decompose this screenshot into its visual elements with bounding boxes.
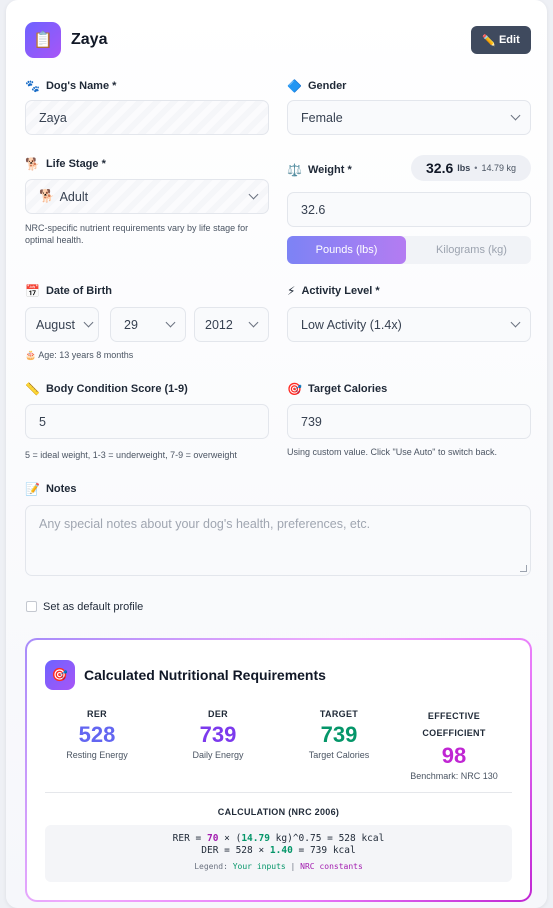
- birth-day-select[interactable]: 29: [110, 307, 186, 342]
- dogs-name-input[interactable]: Zaya: [25, 100, 269, 135]
- notes-textarea[interactable]: Any special notes about your dog's healt…: [25, 505, 531, 576]
- unit-kilograms-button[interactable]: Kilograms (kg): [412, 236, 531, 264]
- birth-month-select[interactable]: August: [25, 307, 99, 342]
- profile-card: 📋 Zaya ✏️ Edit 🐾 Dog's Name * Zaya 🔷 Gen…: [6, 0, 547, 908]
- calendar-icon: 📅: [25, 284, 40, 298]
- dog-icon: 🐕: [39, 189, 55, 203]
- chevron-down-icon: [248, 317, 259, 328]
- activity-level-select[interactable]: Low Activity (1.4x): [287, 307, 531, 342]
- body-condition-input[interactable]: 5: [25, 404, 269, 439]
- memo-icon: 📝: [25, 482, 40, 496]
- life-stage-label: 🐕 Life Stage *: [25, 157, 106, 171]
- age-text: 🎂 Age: 13 years 8 months: [25, 350, 134, 360]
- results-title: Calculated Nutritional Requirements: [84, 667, 326, 683]
- chevron-down-icon: [83, 317, 94, 328]
- date-of-birth-label: 📅 Date of Birth: [25, 284, 112, 298]
- rer-stat: RER 528 Resting Energy: [42, 708, 152, 761]
- birth-year-select[interactable]: 2012: [194, 307, 269, 342]
- target-stat: TARGET 739 Target Calories: [284, 708, 394, 761]
- scale-icon: ⚖️: [287, 163, 302, 177]
- lightning-icon: ⚡: [287, 284, 296, 298]
- resize-handle[interactable]: [520, 565, 527, 572]
- ruler-icon: 📏: [25, 382, 40, 396]
- life-stage-hint: NRC-specific nutrient requirements vary …: [25, 223, 249, 245]
- weight-input[interactable]: 32.6: [287, 192, 531, 227]
- chevron-down-icon: [248, 189, 259, 200]
- target-icon: 🎯: [45, 660, 75, 690]
- target-calories-label: 🎯 Target Calories: [287, 382, 388, 396]
- target-calories-hint: Using custom value. Click "Use Auto" to …: [287, 447, 497, 457]
- weight-label: ⚖️ Weight *: [287, 163, 352, 177]
- default-profile-checkbox[interactable]: [26, 601, 37, 612]
- body-condition-label: 📏 Body Condition Score (1-9): [25, 382, 188, 396]
- cake-icon: 🎂: [25, 350, 37, 360]
- unit-pounds-button[interactable]: Pounds (lbs): [287, 236, 406, 264]
- notes-label: 📝 Notes: [25, 482, 77, 496]
- edit-button[interactable]: ✏️ Edit: [471, 26, 531, 54]
- activity-level-label: ⚡ Activity Level *: [287, 284, 380, 298]
- calculation-heading: CALCULATION (NRC 2006): [217, 807, 340, 817]
- diamond-icon: 🔷: [287, 79, 302, 93]
- weight-unit-toggle: Pounds (lbs) Kilograms (kg): [287, 236, 531, 264]
- pencil-icon: ✏️: [482, 34, 496, 47]
- chevron-down-icon: [510, 317, 521, 328]
- der-stat: DER 739 Daily Energy: [163, 708, 273, 761]
- clipboard-icon: 📋: [25, 22, 61, 58]
- divider: [45, 792, 512, 793]
- weight-badge: 32.6 lbs • 14.79 kg: [411, 155, 531, 181]
- body-condition-hint: 5 = ideal weight, 1-3 = underweight, 7-9…: [25, 450, 237, 460]
- calculation-box: RER = 70 × (14.79 kg)^0.75 = 528 kcal DE…: [45, 825, 512, 882]
- dogs-name-label: 🐾 Dog's Name *: [25, 79, 117, 93]
- rer-value: 528: [78, 722, 116, 747]
- target-calories-input[interactable]: 739: [287, 404, 531, 439]
- profile-title: Zaya: [71, 31, 108, 48]
- formula-legend: Legend: Your inputs | NRC constants: [194, 862, 363, 871]
- rer-formula: RER = 70 × (14.79 kg)^0.75 = 528 kcal: [172, 833, 385, 844]
- target-value: 739: [320, 722, 358, 747]
- effective-coefficient-stat: EFFECTIVE COEFFICIENT 98 Benchmark: NRC …: [399, 708, 509, 782]
- gender-select[interactable]: Female: [287, 100, 531, 135]
- edit-button-label: Edit: [498, 34, 520, 46]
- der-value: 739: [199, 722, 237, 747]
- der-formula: DER = 528 × 1.40 = 739 kcal: [201, 845, 356, 856]
- life-stage-select[interactable]: 🐕 Adult: [25, 179, 269, 214]
- coefficient-value: 98: [441, 743, 467, 768]
- default-profile-label: Set as default profile: [43, 601, 144, 613]
- target-icon: 🎯: [287, 382, 302, 396]
- chevron-down-icon: [510, 110, 521, 121]
- nutrition-results-panel: 🎯 Calculated Nutritional Requirements RE…: [25, 638, 532, 902]
- gender-label: 🔷 Gender: [287, 79, 347, 93]
- chevron-down-icon: [165, 317, 176, 328]
- paw-icon: 🐾: [25, 79, 40, 93]
- dog-icon: 🐕: [25, 157, 40, 171]
